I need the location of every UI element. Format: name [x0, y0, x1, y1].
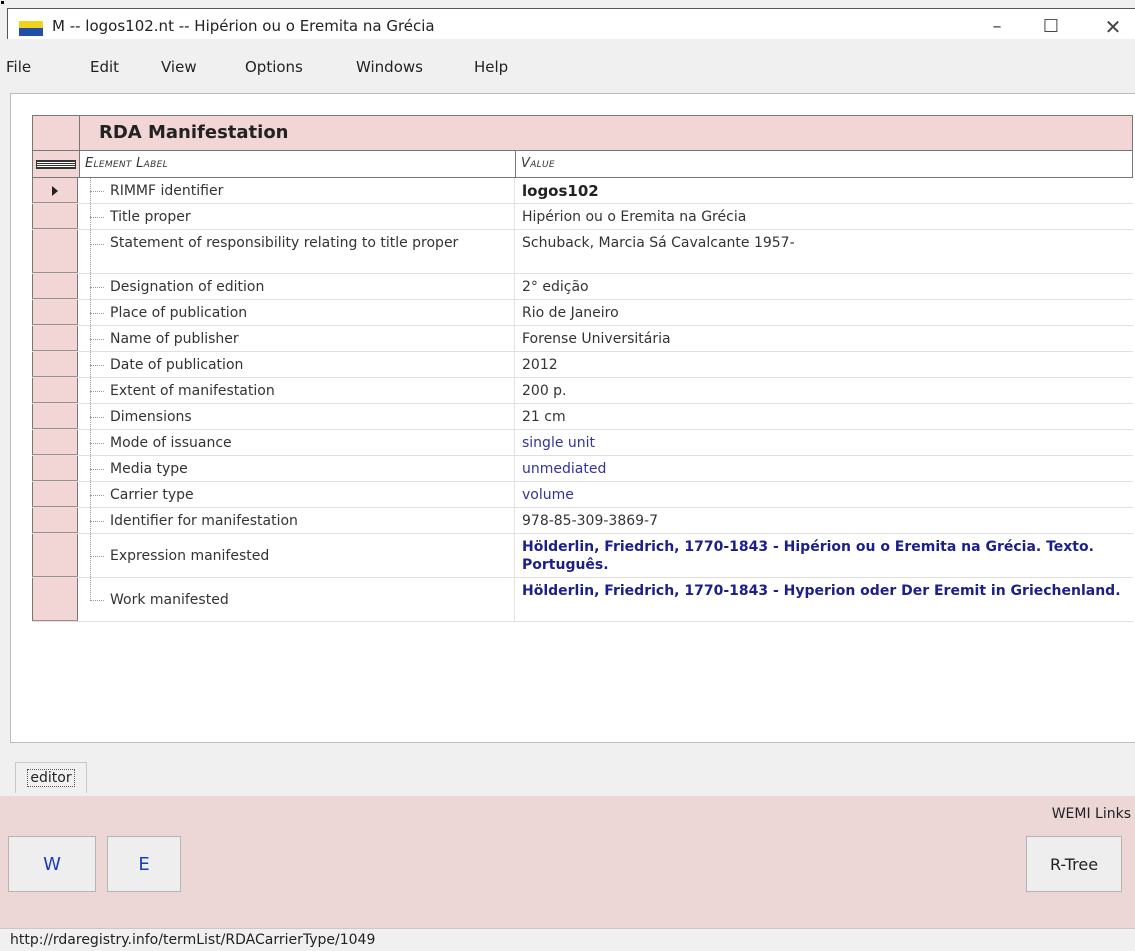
select-all-handle[interactable] — [33, 151, 80, 177]
work-link-button[interactable]: W — [8, 836, 96, 892]
menu-help[interactable]: Help — [474, 58, 508, 76]
element-value[interactable]: Schuback, Marcia Sá Cavalcante 1957- — [522, 234, 1122, 252]
table-row[interactable]: Work manifested Hölderlin, Friedrich, 17… — [32, 578, 1133, 622]
menu-bar: File Edit View Options Windows Help — [0, 58, 1135, 80]
row-selector[interactable] — [32, 300, 78, 325]
element-label: Work manifested — [110, 592, 229, 608]
window-title: M -- logos102.nt -- Hipérion ou o Eremit… — [52, 17, 435, 35]
element-value[interactable]: Forense Universitária — [522, 330, 1122, 348]
row-selector[interactable] — [32, 178, 78, 203]
element-value[interactable]: Rio de Janeiro — [522, 304, 1122, 322]
element-value[interactable]: Hipérion ou o Eremita na Grécia — [522, 208, 1122, 226]
menu-view[interactable]: View — [161, 58, 197, 76]
row-selector[interactable] — [32, 274, 78, 299]
element-value-link[interactable]: unmediated — [522, 460, 1122, 478]
corner-dot — [1, 1, 4, 4]
table-row[interactable]: Title proper Hipérion ou o Eremita na Gr… — [32, 204, 1133, 230]
menu-windows[interactable]: Windows — [356, 58, 423, 76]
header-corner — [33, 116, 80, 150]
row-selector[interactable] — [32, 204, 78, 229]
table-row[interactable]: Identifier for manifestation 978-85-309-… — [32, 508, 1133, 534]
table-row[interactable]: Statement of responsibility relating to … — [32, 230, 1133, 274]
expression-link-button[interactable]: E — [107, 836, 181, 892]
record-title: RDA Manifestation — [99, 122, 289, 143]
row-selector[interactable] — [32, 534, 78, 577]
tab-editor[interactable]: editor — [15, 762, 87, 793]
element-label: Identifier for manifestation — [110, 513, 298, 529]
record-header: RDA Manifestation — [32, 115, 1133, 151]
element-label: Extent of manifestation — [110, 383, 275, 399]
column-divider[interactable] — [515, 151, 516, 177]
element-value-link[interactable]: Hölderlin, Friedrich, 1770-1843 - Hipéri… — [522, 538, 1122, 574]
table-row[interactable]: Carrier type volume — [32, 482, 1133, 508]
element-value[interactable]: 200 p. — [522, 382, 1122, 400]
element-label: Designation of edition — [110, 279, 265, 295]
row-selector[interactable] — [32, 326, 78, 351]
element-label: Dimensions — [110, 409, 192, 425]
element-value-link[interactable]: volume — [522, 486, 1122, 504]
list-icon — [36, 160, 76, 169]
close-button[interactable]: ✕ — [1098, 16, 1128, 40]
maximize-button[interactable]: ☐ — [1036, 16, 1066, 40]
element-label: Name of publisher — [110, 331, 239, 347]
element-value[interactable]: 2° edição — [522, 278, 1122, 296]
row-selector[interactable] — [32, 404, 78, 429]
element-value-link[interactable]: Hölderlin, Friedrich, 1770-1843 - Hyperi… — [522, 582, 1122, 600]
element-value-link[interactable]: single unit — [522, 434, 1122, 452]
row-selector[interactable] — [32, 456, 78, 481]
table-row[interactable]: Extent of manifestation 200 p. — [32, 378, 1133, 404]
record-rows: RIMMF identifier logos102 Title proper H… — [32, 178, 1133, 622]
table-row[interactable]: Date of publication 2012 — [32, 352, 1133, 378]
wemi-links-panel: WEMI Links W E R-Tree — [0, 796, 1135, 928]
row-selector[interactable] — [32, 578, 78, 621]
rtree-button[interactable]: R-Tree — [1026, 836, 1122, 892]
wemi-links-title: WEMI Links — [1051, 806, 1131, 822]
element-label: Date of publication — [110, 357, 244, 373]
minimize-button[interactable]: – — [982, 16, 1012, 40]
element-label: Carrier type — [110, 487, 194, 503]
menu-options[interactable]: Options — [245, 58, 303, 76]
element-label: Expression manifested — [110, 548, 270, 564]
column-element-label[interactable]: Element Label — [85, 156, 168, 171]
row-selector[interactable] — [32, 230, 78, 273]
title-bar: M -- logos102.nt -- Hipérion ou o Eremit… — [7, 8, 1135, 39]
table-row[interactable]: RIMMF identifier logos102 — [32, 178, 1133, 204]
table-row[interactable]: Dimensions 21 cm — [32, 404, 1133, 430]
element-value[interactable]: logos102 — [522, 182, 1122, 200]
column-header: Element Label Value — [32, 151, 1133, 178]
table-row[interactable]: Name of publisher Forense Universitária — [32, 326, 1133, 352]
element-label: Place of publication — [110, 305, 248, 321]
element-label: Mode of issuance — [110, 435, 232, 451]
column-value[interactable]: Value — [521, 156, 555, 171]
tab-editor-label: editor — [27, 769, 75, 787]
current-row-arrow-icon — [52, 186, 58, 196]
table-row[interactable]: Designation of edition 2° edição — [32, 274, 1133, 300]
table-row[interactable]: Expression manifested Hölderlin, Friedri… — [32, 534, 1133, 578]
element-label: Media type — [110, 461, 188, 477]
menu-file[interactable]: File — [6, 58, 31, 76]
element-value[interactable]: 21 cm — [522, 408, 1122, 426]
row-selector[interactable] — [32, 352, 78, 377]
element-label: Statement of responsibility relating to … — [110, 235, 459, 251]
element-value[interactable]: 2012 — [522, 356, 1122, 374]
table-row[interactable]: Media type unmediated — [32, 456, 1133, 482]
element-value[interactable]: 978-85-309-3869-7 — [522, 512, 1122, 530]
row-selector[interactable] — [32, 508, 78, 533]
element-label: RIMMF identifier — [110, 183, 224, 199]
row-selector[interactable] — [32, 378, 78, 403]
row-selector[interactable] — [32, 482, 78, 507]
menu-edit[interactable]: Edit — [90, 58, 119, 76]
status-bar: http://rdaregistry.info/termList/RDACarr… — [0, 928, 1135, 950]
app-icon — [19, 21, 43, 36]
table-row[interactable]: Mode of issuance single unit — [32, 430, 1133, 456]
row-selector[interactable] — [32, 430, 78, 455]
table-row[interactable]: Place of publication Rio de Janeiro — [32, 300, 1133, 326]
element-label: Title proper — [110, 209, 191, 225]
